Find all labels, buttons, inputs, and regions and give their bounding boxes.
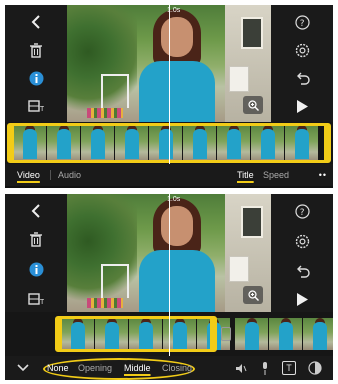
editor-panel-bottom: T 1.0s ? None Opening Middle Closing T [5, 194, 333, 380]
title-style-opening[interactable]: Opening [78, 363, 112, 373]
undo-icon[interactable] [271, 65, 333, 91]
play-icon[interactable] [271, 93, 333, 119]
right-toolbar: ? [271, 5, 333, 122]
transition-marker[interactable] [221, 327, 231, 341]
tab-title[interactable]: Title [237, 170, 254, 180]
inspector-tabs: Video Audio Title Speed •• [5, 164, 333, 186]
more-icon[interactable]: •• [319, 170, 327, 180]
back-icon[interactable] [5, 9, 67, 35]
tab-speed[interactable]: Speed [263, 170, 289, 180]
info-icon[interactable] [5, 256, 67, 282]
next-clip-filmstrip[interactable] [235, 318, 333, 350]
svg-text:T: T [39, 298, 44, 305]
play-icon[interactable] [271, 286, 333, 312]
presenter [139, 198, 215, 312]
editor-panel-top: T 1.0s ? Video Audio Title Speed •• [5, 5, 333, 188]
presenter [139, 9, 215, 122]
mic-icon[interactable] [257, 360, 273, 376]
help-icon[interactable]: ? [271, 198, 333, 224]
settings-icon[interactable] [271, 228, 333, 254]
timeline[interactable] [5, 5, 333, 164]
left-toolbar: T [5, 5, 67, 122]
info-icon[interactable] [5, 65, 67, 91]
playhead[interactable] [169, 5, 170, 164]
tab-audio[interactable]: Audio [58, 170, 81, 180]
trash-icon[interactable] [5, 226, 67, 252]
tab-video[interactable]: Video [17, 170, 40, 180]
bin [229, 66, 249, 92]
title-style-bar: None Opening Middle Closing T [5, 356, 333, 380]
filter-icon[interactable] [307, 360, 323, 376]
timeline[interactable] [5, 194, 333, 356]
svg-text:?: ? [299, 208, 304, 218]
volume-icon[interactable] [233, 360, 249, 376]
title-style-closing[interactable]: Closing [162, 363, 192, 373]
back-icon[interactable] [5, 198, 67, 224]
title-icon-glyph: T [282, 361, 296, 375]
collapse-icon[interactable] [15, 360, 31, 376]
titles-icon[interactable]: T [5, 93, 67, 119]
left-toolbar: T [5, 194, 67, 312]
lawn-chair [101, 264, 129, 298]
playhead[interactable] [169, 194, 170, 356]
svg-text:?: ? [299, 19, 304, 29]
help-icon[interactable]: ? [271, 9, 333, 35]
lawn-chair [101, 74, 129, 108]
trash-icon[interactable] [5, 37, 67, 63]
title-style-middle[interactable]: Middle [124, 363, 151, 373]
undo-icon[interactable] [271, 258, 333, 284]
titles-icon[interactable]: T [5, 286, 67, 312]
tab-divider [50, 170, 51, 180]
flowers [87, 108, 123, 118]
selected-clip-frame[interactable] [55, 316, 217, 352]
title-icon[interactable]: T [281, 360, 297, 376]
bin [229, 256, 249, 282]
zoom-icon[interactable] [243, 96, 263, 114]
flowers [87, 298, 123, 308]
settings-icon[interactable] [271, 37, 333, 63]
zoom-icon[interactable] [243, 286, 263, 304]
svg-text:T: T [39, 105, 44, 112]
right-toolbar: ? [271, 194, 333, 312]
title-style-none[interactable]: None [47, 363, 69, 373]
